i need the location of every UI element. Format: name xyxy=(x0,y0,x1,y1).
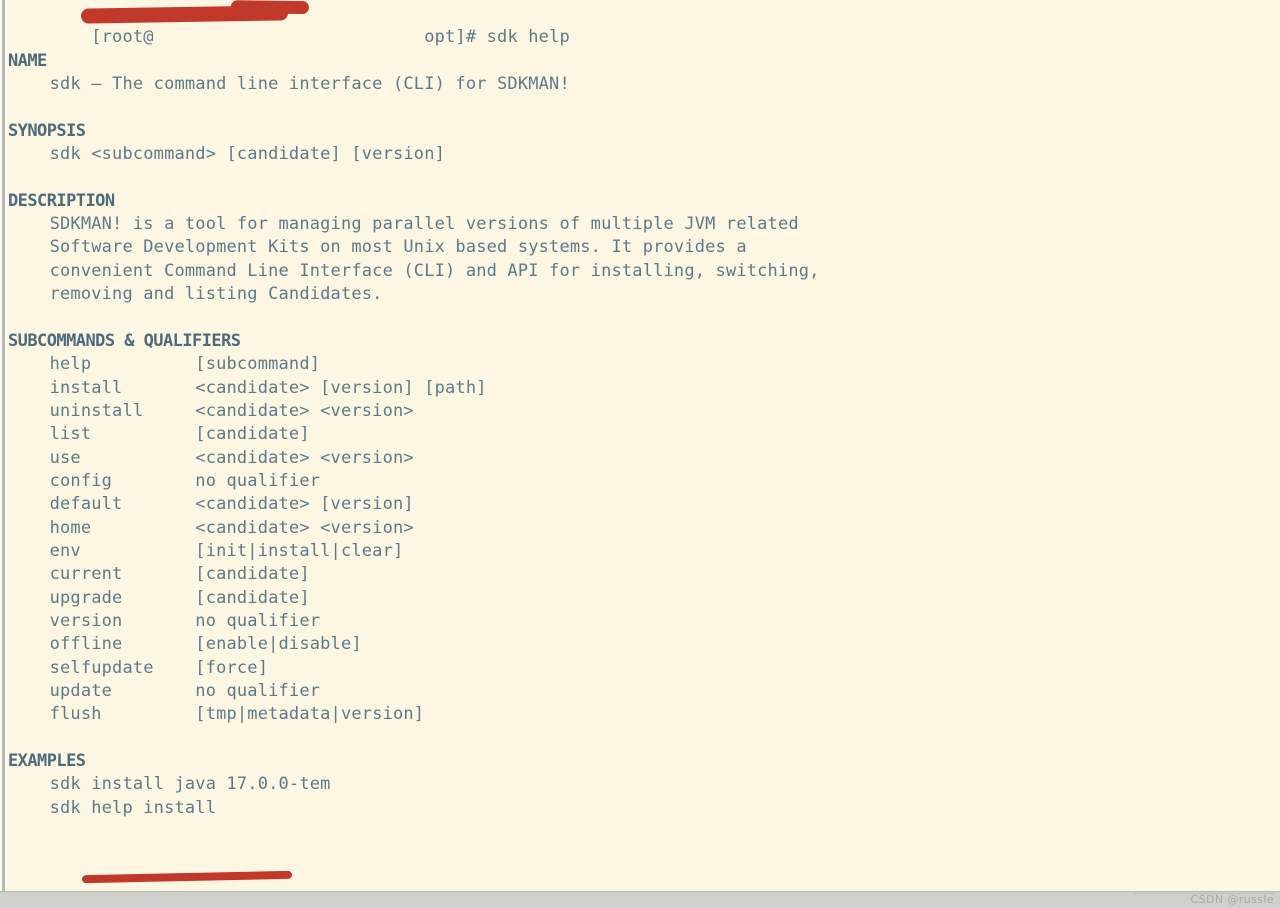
subcommand-row-default: default <candidate> [version] xyxy=(8,494,414,515)
subcommand-row-current: current [candidate] xyxy=(8,564,310,585)
section-heading-description: DESCRIPTION xyxy=(8,190,115,211)
subcommand-row-config: config no qualifier xyxy=(8,470,321,491)
section-heading-examples: EXAMPLES xyxy=(8,751,86,771)
example-line-0: sdk install java 17.0.0-tem xyxy=(8,774,331,795)
subcommand-row-env: env [init|install|clear] xyxy=(8,540,404,561)
subcommand-row-use: use <candidate> <version> xyxy=(8,447,414,468)
prompt-line-bottom[interactable]: [root@osmdb prod backup opt]# xyxy=(8,867,1272,890)
redaction-mark-top xyxy=(80,5,289,24)
subcommand-row-list: list [candidate] xyxy=(8,424,310,445)
subcommand-row-selfupdate: selfupdate [force] xyxy=(8,657,269,678)
redaction-mark-bottom xyxy=(81,870,293,883)
subcommand-row-help: help [subcommand] xyxy=(8,354,321,375)
prompt-top-text: [root@ opt]# sdk help xyxy=(91,27,570,48)
terminal-output: [root@ opt]# sdk help NAME sdk — The com… xyxy=(8,3,1272,890)
subcommand-row-flush: flush [tmp|metadata|version] xyxy=(8,704,425,725)
section-heading-subcommands: SUBCOMMANDS & QUALIFIERS xyxy=(8,330,241,351)
subcommand-row-offline: offline [enable|disable] xyxy=(8,634,362,655)
section-description-line-1: Software Development Kits on most Unix b… xyxy=(8,237,747,258)
subcommand-row-home: home <candidate> <version> xyxy=(8,517,414,538)
scrollbar-track[interactable] xyxy=(2,0,5,891)
section-description-line-2: convenient Command Line Interface (CLI) … xyxy=(8,260,820,281)
window-bottom-strip xyxy=(0,891,1280,908)
section-heading-name: NAME xyxy=(8,50,47,71)
subcommand-row-uninstall: uninstall <candidate> <version> xyxy=(8,400,414,421)
subcommand-row-update: update no qualifier xyxy=(8,680,321,701)
section-name-line-0: sdk — The command line interface (CLI) f… xyxy=(8,74,570,95)
example-line-1: sdk help install xyxy=(8,797,217,818)
section-heading-synopsis: SYNOPSIS xyxy=(8,120,86,141)
subcommand-row-install: install <candidate> [version] [path] xyxy=(8,377,487,398)
section-description-line-0: SDKMAN! is a tool for managing parallel … xyxy=(8,214,799,235)
subcommand-row-version: version no qualifier xyxy=(8,610,321,631)
terminal-left-gutter xyxy=(0,0,7,891)
section-description-line-3: removing and listing Candidates. xyxy=(8,284,383,305)
subcommand-row-upgrade: upgrade [candidate] xyxy=(8,587,310,608)
watermark-label: CSDN @russle xyxy=(1190,893,1274,906)
section-synopsis-line-0: sdk <subcommand> [candidate] [version] xyxy=(8,144,446,165)
screen: [root@ opt]# sdk help NAME sdk — The com… xyxy=(0,0,1280,908)
terminal-window[interactable]: [root@ opt]# sdk help NAME sdk — The com… xyxy=(0,0,1280,891)
prompt-line-top: [root@ opt]# sdk help xyxy=(8,3,1272,47)
